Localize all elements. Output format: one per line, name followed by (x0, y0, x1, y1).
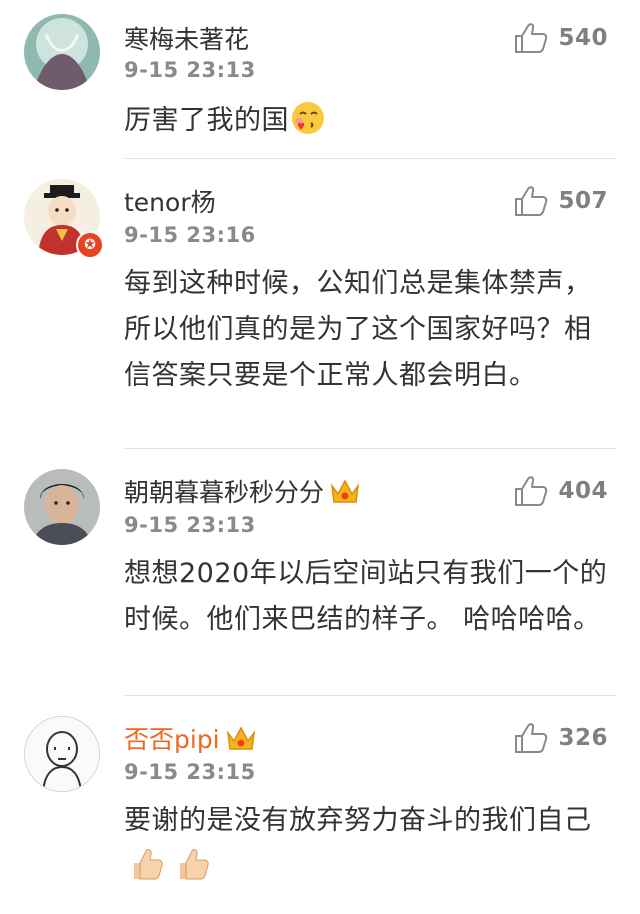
blushing-kiss-emoji (291, 101, 325, 135)
like-count: 507 (558, 188, 608, 214)
thumbs-up-emoji (130, 847, 164, 881)
comment-item: 朝朝暮暮秒秒分分 9-15 23:13 404 想想2020年以后空间站只有我们… (0, 449, 640, 695)
comment-timestamp: 9-15 23:16 (124, 223, 256, 247)
thumbs-up-icon (515, 186, 548, 216)
verified-badge: ✪ (76, 231, 104, 259)
comment-text: 要谢的是没有放弃努力奋斗的我们自己 (124, 798, 616, 890)
comment-text: 每到这种时候，公知们总是集体禁声，所以他们真的是为了这个国家好吗？相信答案只要是… (124, 268, 592, 391)
like-button[interactable]: 507 (514, 183, 608, 219)
username[interactable]: 朝朝暮暮秒秒分分 (124, 473, 324, 509)
avatar[interactable] (24, 716, 100, 792)
like-button[interactable]: 326 (514, 720, 608, 756)
comment-text: 想想2020年以后空间站只有我们一个的时候。他们来巴结的样子。 哈哈哈哈。 (124, 558, 608, 635)
crown-badge-icon (330, 478, 360, 504)
comment-text-body: 要谢的是没有放弃努力奋斗的我们自己 (124, 805, 592, 836)
thumbs-up-icon (515, 476, 548, 506)
thumbs-up-icon (515, 723, 548, 753)
thumbs-up-emoji (176, 847, 210, 881)
like-button[interactable]: 404 (514, 473, 608, 509)
thumbs-up-icon (515, 23, 548, 53)
avatar[interactable] (24, 14, 100, 90)
comment-item: ✪ tenor杨 9-15 23:16 507 每到这种时候，公知们总是集体禁声… (0, 159, 640, 449)
comment-timestamp: 9-15 23:13 (124, 513, 256, 537)
like-count: 326 (558, 725, 608, 751)
username[interactable]: 否否pipi (124, 720, 220, 756)
username[interactable]: 寒梅未著花 (124, 20, 249, 56)
comment-text-body: 厉害了我的国 (124, 105, 289, 136)
comment-item: 寒梅未著花 9-15 23:13 540 厉害了我的国 (0, 0, 640, 158)
avatar[interactable] (24, 469, 100, 545)
comment-item: 否否pipi 9-15 23:15 326 要谢的是没有放弃努力奋斗的我们自己 (0, 696, 640, 914)
comment-timestamp: 9-15 23:15 (124, 760, 256, 784)
comment-text: 厉害了我的国 (124, 98, 616, 144)
username[interactable]: tenor杨 (124, 183, 216, 219)
crown-badge-icon (226, 725, 256, 751)
like-count: 540 (558, 25, 608, 51)
like-button[interactable]: 540 (514, 20, 608, 56)
comment-timestamp: 9-15 23:13 (124, 58, 256, 82)
like-count: 404 (558, 478, 608, 504)
